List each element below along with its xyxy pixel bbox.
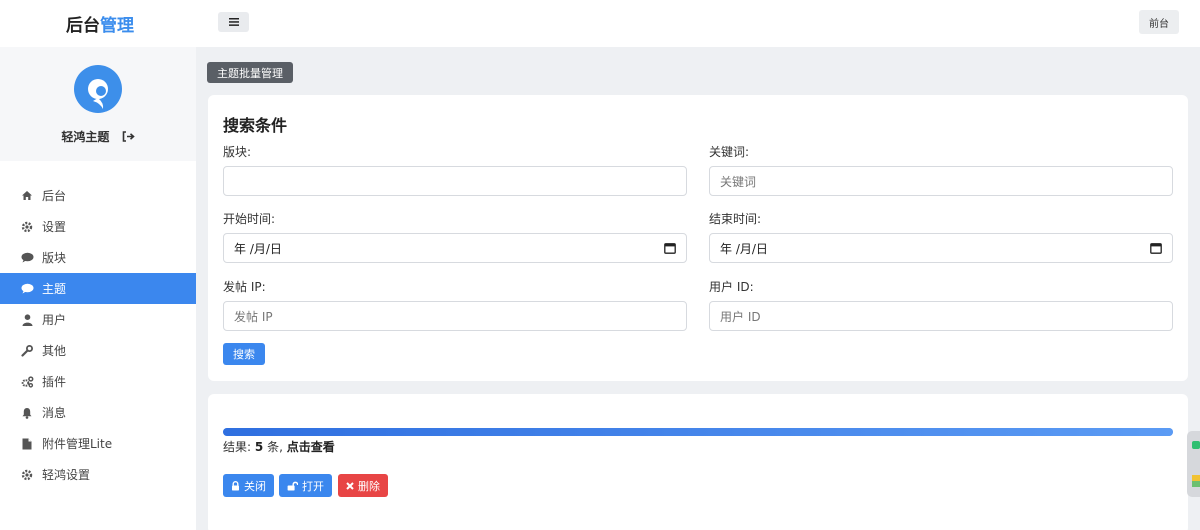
- end-date-input[interactable]: 年 /月/日: [709, 233, 1173, 263]
- forum-field[interactable]: [223, 166, 687, 196]
- menu-toggle-button[interactable]: [218, 12, 249, 32]
- result-count: 5: [254, 440, 264, 454]
- front-site-button[interactable]: 前台: [1139, 10, 1179, 34]
- start-date-input[interactable]: 年 /月/日: [223, 233, 687, 263]
- sidebar-item-label: 主题: [42, 282, 67, 296]
- sidebar-item-users[interactable]: 用户: [0, 304, 196, 335]
- keyword-placeholder: 关键词: [720, 174, 757, 189]
- comment-icon: [20, 282, 34, 296]
- floating-side-widget[interactable]: [1187, 431, 1200, 497]
- sidebar-item-plugins[interactable]: 插件: [0, 366, 196, 397]
- sidebar-item-label: 轻鸿设置: [42, 468, 91, 482]
- user-icon: [20, 313, 34, 327]
- keyword-input[interactable]: 关键词: [709, 166, 1173, 196]
- close-threads-button[interactable]: 关闭: [223, 474, 274, 497]
- sidebar-item-settings[interactable]: 设置: [0, 211, 196, 242]
- start-date-value: 年 /月/日: [234, 241, 282, 256]
- search-button[interactable]: 搜索: [223, 343, 265, 365]
- view-results-link[interactable]: 点击查看: [287, 440, 335, 454]
- sidebar-item-attachments[interactable]: 附件管理Lite: [0, 428, 196, 459]
- open-threads-label: 打开: [302, 479, 324, 493]
- hamburger-icon: [228, 18, 239, 26]
- username: 轻鸿主题: [0, 128, 196, 145]
- breadcrumb: 主题批量管理: [207, 62, 293, 83]
- sidebar-item-label: 版块: [42, 251, 67, 265]
- comment-icon: [20, 251, 34, 265]
- calendar-icon[interactable]: [1150, 242, 1162, 254]
- sidebar-item-forums[interactable]: 版块: [0, 242, 196, 273]
- ip-placeholder: 发帖 IP: [234, 309, 273, 324]
- close-threads-label: 关闭: [244, 479, 266, 493]
- end-date-value: 年 /月/日: [720, 241, 768, 256]
- sidebar-nav: 后台 设置 版块 主题 用户 其他 插件 消息 附件管理Lite 轻鸿设置: [0, 180, 196, 490]
- sidebar-item-messages[interactable]: 消息: [0, 397, 196, 428]
- forum-label: 版块:: [223, 145, 252, 159]
- progress-fill: [223, 428, 1173, 436]
- sidebar-item-other[interactable]: 其他: [0, 335, 196, 366]
- gears-icon: [20, 375, 34, 389]
- search-card: 搜索条件 版块: 关键词: 关键词 开始时间: 年 /月/日 结束时间: 年 /…: [208, 95, 1188, 381]
- gear-icon: [20, 468, 34, 482]
- file-icon: [20, 437, 34, 451]
- brand-logo[interactable]: 后台管理: [66, 11, 134, 36]
- close-icon: [346, 481, 354, 490]
- search-title: 搜索条件: [223, 116, 288, 135]
- avatar[interactable]: [74, 65, 122, 113]
- unlock-icon: [287, 481, 298, 491]
- sidebar-item-label: 附件管理Lite: [42, 437, 113, 451]
- wrench-icon: [20, 344, 34, 358]
- widget-color-bar: [1192, 481, 1200, 487]
- result-summary: 结果: 5 条, 点击查看: [223, 438, 335, 455]
- top-bar: 后台管理 前台: [0, 0, 1200, 47]
- results-card: 结果: 5 条, 点击查看 关闭 打开 删除: [208, 394, 1188, 530]
- delete-threads-button[interactable]: 删除: [338, 474, 388, 497]
- lock-icon: [231, 480, 240, 491]
- start-time-label: 开始时间:: [223, 212, 276, 226]
- calendar-icon[interactable]: [664, 242, 676, 254]
- sidebar-item-label: 后台: [42, 189, 67, 203]
- logout-icon[interactable]: [122, 130, 135, 145]
- check-icon: [1192, 441, 1200, 449]
- ip-label: 发帖 IP:: [223, 280, 266, 294]
- gear-icon: [20, 220, 34, 234]
- keyword-label: 关键词:: [709, 145, 750, 159]
- delete-threads-label: 删除: [358, 479, 380, 493]
- result-prefix: 结果:: [223, 440, 252, 454]
- open-threads-button[interactable]: 打开: [279, 474, 332, 497]
- sidebar-item-theme-settings[interactable]: 轻鸿设置: [0, 459, 196, 490]
- uid-input[interactable]: 用户 ID: [709, 301, 1173, 331]
- home-icon: [20, 189, 34, 203]
- uid-label: 用户 ID:: [709, 280, 754, 294]
- ip-input[interactable]: 发帖 IP: [223, 301, 687, 331]
- end-time-label: 结束时间:: [709, 212, 762, 226]
- sidebar-item-dashboard[interactable]: 后台: [0, 180, 196, 211]
- progress-bar: [223, 428, 1173, 436]
- bell-icon: [20, 406, 34, 420]
- sidebar-item-label: 插件: [42, 375, 67, 389]
- sidebar-item-label: 其他: [42, 344, 67, 358]
- sidebar-item-label: 消息: [42, 406, 67, 420]
- username-text: 轻鸿主题: [61, 130, 110, 144]
- sidebar-item-threads[interactable]: 主题: [0, 273, 196, 304]
- brand-accent: 管理: [100, 16, 134, 36]
- sidebar-item-label: 用户: [42, 313, 67, 327]
- sidebar: 轻鸿主题 后台 设置 版块 主题 用户 其他 插件 消息 附件管理Lite 轻鸿…: [0, 47, 196, 530]
- uid-placeholder: 用户 ID: [720, 309, 761, 324]
- sidebar-item-label: 设置: [42, 220, 67, 234]
- profile-panel: 轻鸿主题: [0, 47, 196, 161]
- result-unit: 条,: [267, 440, 283, 454]
- brand-main: 后台: [66, 16, 100, 36]
